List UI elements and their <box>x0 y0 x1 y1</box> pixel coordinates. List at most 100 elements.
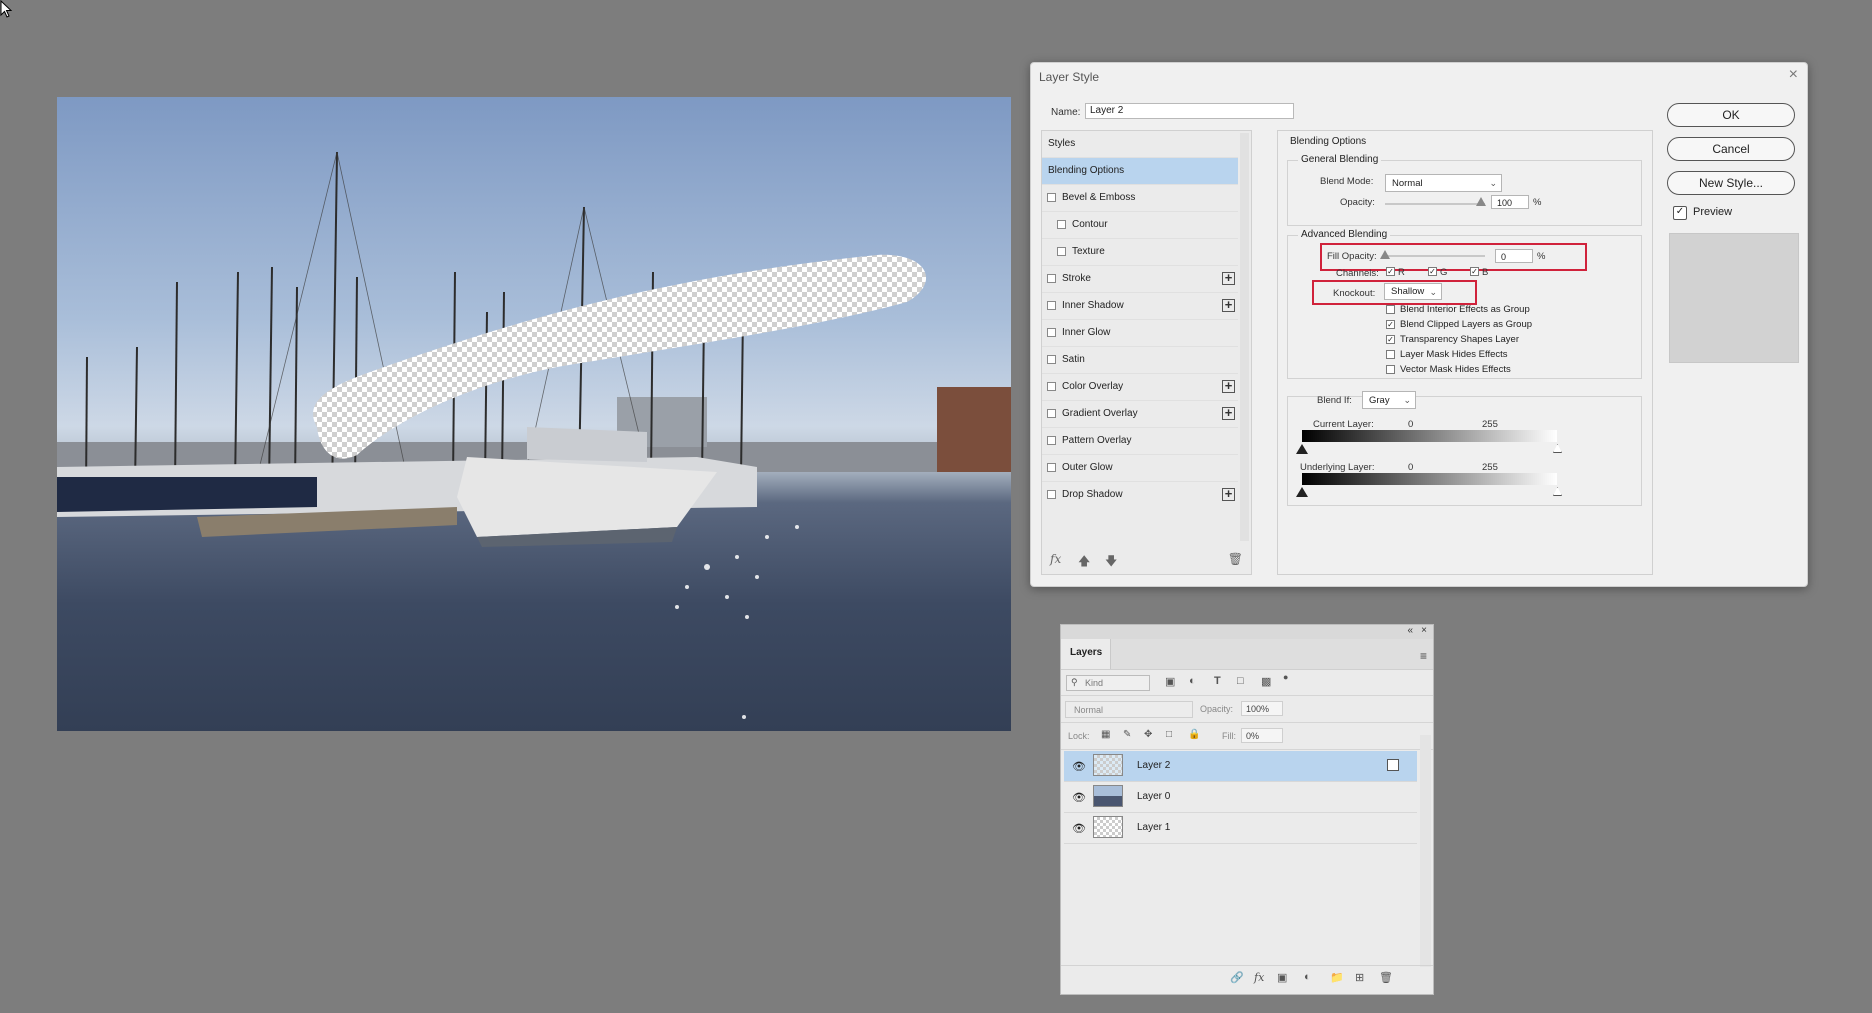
style-checkbox[interactable] <box>1047 436 1056 445</box>
layer-fill-field[interactable]: 0% <box>1241 728 1283 743</box>
kind-filter-select[interactable]: Kind <box>1066 675 1150 691</box>
layer-mask-hides-effects-checkbox[interactable] <box>1386 350 1395 359</box>
tab-layers[interactable]: Layers <box>1061 639 1111 669</box>
fx-icon[interactable]: fx <box>1254 971 1264 984</box>
opacity-field[interactable]: 100 <box>1491 195 1529 209</box>
underlying-layer-black-slider[interactable] <box>1296 487 1308 497</box>
style-satin[interactable]: Satin <box>1042 346 1238 373</box>
preview-checkbox[interactable]: ✓ <box>1673 206 1687 220</box>
link-layers-icon[interactable]: 🔗 <box>1230 971 1244 984</box>
style-pattern-overlay[interactable]: Pattern Overlay <box>1042 427 1238 454</box>
style-checkbox[interactable] <box>1047 409 1056 418</box>
eye-icon[interactable]: 👁 <box>1072 791 1086 804</box>
add-drop-shadow-plus-icon[interactable]: + <box>1222 487 1235 501</box>
style-gradient-overlay[interactable]: Gradient Overlay + <box>1042 400 1238 427</box>
ok-button[interactable]: OK <box>1667 103 1795 127</box>
style-inner-shadow[interactable]: Inner Shadow + <box>1042 292 1238 319</box>
fill-opacity-slider-handle[interactable] <box>1380 250 1390 259</box>
underlying-layer-gradient[interactable] <box>1302 473 1557 485</box>
artboard-lock-icon[interactable]: □ <box>1166 729 1172 740</box>
add-stroke-plus-icon[interactable]: + <box>1222 271 1235 285</box>
layer-row-layer-1[interactable]: 👁 Layer 1 <box>1064 813 1417 844</box>
eye-icon[interactable]: 👁 <box>1072 760 1086 773</box>
fill-opacity-field[interactable]: 0 <box>1495 249 1533 263</box>
smart-object-filter-icon[interactable]: ▩ <box>1261 675 1271 688</box>
cancel-button[interactable]: Cancel <box>1667 137 1795 161</box>
current-layer-black-slider[interactable] <box>1296 444 1308 454</box>
style-checkbox[interactable] <box>1047 301 1056 310</box>
preview-toggle[interactable]: ✓ Preview <box>1673 206 1732 220</box>
style-checkbox[interactable] <box>1047 382 1056 391</box>
style-checkbox[interactable] <box>1057 220 1066 229</box>
shape-filter-icon[interactable]: □ <box>1237 675 1244 687</box>
style-checkbox[interactable] <box>1047 490 1056 499</box>
fill-opacity-slider[interactable] <box>1385 255 1485 257</box>
arrow-down-icon[interactable]: 🡇 <box>1105 552 1117 573</box>
opacity-slider[interactable] <box>1385 203 1485 205</box>
layer-opacity-field[interactable]: 100% <box>1241 701 1283 716</box>
knockout-select[interactable]: Shallow ⌄ <box>1384 283 1442 300</box>
channel-r-checkbox[interactable] <box>1386 267 1395 276</box>
style-checkbox[interactable] <box>1057 247 1066 256</box>
add-gradient-overlay-plus-icon[interactable]: + <box>1222 406 1235 420</box>
document-canvas[interactable] <box>57 97 1011 731</box>
style-checkbox[interactable] <box>1047 328 1056 337</box>
close-icon[interactable]: × <box>1789 66 1798 84</box>
fx-icon[interactable]: fx <box>1050 552 1061 566</box>
style-bevel-emboss[interactable]: Bevel & Emboss <box>1042 184 1238 211</box>
style-blending-options[interactable]: Blending Options <box>1042 157 1238 184</box>
opacity-slider-handle[interactable] <box>1476 197 1486 206</box>
blend-interior-effects-checkbox[interactable] <box>1386 305 1395 314</box>
new-layer-plus-icon[interactable]: ⊞ <box>1355 971 1364 984</box>
style-texture[interactable]: Texture <box>1042 238 1238 265</box>
style-outer-glow[interactable]: Outer Glow <box>1042 454 1238 481</box>
style-drop-shadow[interactable]: Drop Shadow + <box>1042 481 1238 508</box>
style-checkbox[interactable] <box>1047 193 1056 202</box>
channel-g-checkbox[interactable] <box>1428 267 1437 276</box>
channel-b-checkbox[interactable] <box>1470 267 1479 276</box>
add-inner-shadow-plus-icon[interactable]: + <box>1222 298 1235 312</box>
image-filter-icon[interactable]: ▣ <box>1165 675 1175 688</box>
layer-blend-mode-select[interactable]: Normal <box>1065 701 1193 718</box>
style-checkbox[interactable] <box>1047 355 1056 364</box>
layer-style-badge-icon[interactable] <box>1387 759 1399 771</box>
style-contour[interactable]: Contour <box>1042 211 1238 238</box>
type-filter-icon[interactable]: T <box>1214 675 1221 687</box>
eye-icon[interactable]: 👁 <box>1072 822 1086 835</box>
add-color-overlay-plus-icon[interactable]: + <box>1222 379 1235 393</box>
hamburger-menu-icon[interactable]: ≡ <box>1420 649 1427 663</box>
new-group-folder-icon[interactable]: 📁 <box>1330 971 1344 984</box>
style-inner-glow[interactable]: Inner Glow <box>1042 319 1238 346</box>
style-color-overlay[interactable]: Color Overlay + <box>1042 373 1238 400</box>
new-style-button[interactable]: New Style... <box>1667 171 1795 195</box>
trash-icon[interactable]: 🗑 <box>1379 971 1393 984</box>
lock-transparent-pixels-icon[interactable]: ▦ <box>1101 729 1110 740</box>
close-icon[interactable]: × <box>1421 625 1427 636</box>
arrow-up-icon[interactable]: 🡅 <box>1078 552 1090 573</box>
layer-name-field[interactable]: Layer 2 <box>1085 103 1294 119</box>
layers-scrollbar[interactable] <box>1420 735 1431 967</box>
lock-all-icon[interactable]: 🔒 <box>1188 729 1200 740</box>
lock-image-pixels-icon[interactable]: ✎ <box>1123 729 1131 740</box>
add-mask-icon[interactable]: ▣ <box>1277 971 1287 984</box>
panel-title-bar[interactable]: « × <box>1061 625 1433 639</box>
styles-scrollbar[interactable] <box>1240 133 1249 541</box>
style-stroke[interactable]: Stroke + <box>1042 265 1238 292</box>
styles-header[interactable]: Styles <box>1042 131 1238 157</box>
adjustment-filter-icon[interactable]: ◐ <box>1189 675 1196 687</box>
double-chevron-icon[interactable]: « <box>1407 625 1413 636</box>
filter-toggle-icon[interactable]: ● <box>1283 672 1288 682</box>
vector-mask-hides-effects-checkbox[interactable] <box>1386 365 1395 374</box>
layer-row-layer-0[interactable]: 👁 Layer 0 <box>1064 782 1417 813</box>
adjustment-layer-icon[interactable]: ◐ <box>1304 971 1311 983</box>
lock-position-icon[interactable]: ✥ <box>1144 729 1152 740</box>
current-layer-gradient[interactable] <box>1302 430 1557 442</box>
style-checkbox[interactable] <box>1047 274 1056 283</box>
layer-row-layer-2[interactable]: 👁 Layer 2 <box>1064 751 1417 782</box>
blend-clipped-layers-checkbox[interactable] <box>1386 320 1395 329</box>
blend-if-select[interactable]: Gray ⌄ <box>1362 391 1416 409</box>
transparency-shapes-checkbox[interactable] <box>1386 335 1395 344</box>
blend-mode-select[interactable]: Normal ⌄ <box>1385 174 1502 192</box>
style-checkbox[interactable] <box>1047 463 1056 472</box>
trash-icon[interactable]: 🗑 <box>1228 552 1243 566</box>
